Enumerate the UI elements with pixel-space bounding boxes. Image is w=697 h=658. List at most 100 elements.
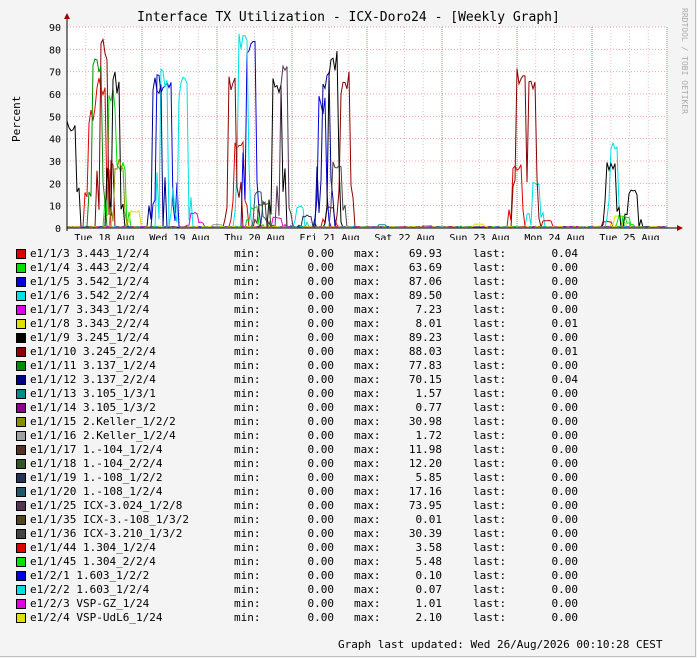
legend-max-value: 70.15 xyxy=(408,373,442,386)
x-tick-label: Sun 23 Aug xyxy=(449,233,509,240)
legend-min-label: min: xyxy=(234,583,261,596)
legend-last-label: last: xyxy=(473,289,507,302)
legend-last-value: 0.00 xyxy=(551,429,579,442)
legend-min-value: 0.00 xyxy=(307,471,335,484)
legend-min-value: 0.00 xyxy=(307,275,335,288)
legend-swatch xyxy=(16,613,26,623)
legend-series-name: e1/2/2 1.603_1/2/4 xyxy=(30,583,150,596)
legend-last-value: 0.00 xyxy=(551,485,579,498)
legend-last-value: 0.00 xyxy=(551,541,579,554)
legend-last-label: last: xyxy=(473,247,507,260)
legend-swatch xyxy=(16,529,26,539)
legend-max-label: max: xyxy=(354,527,381,540)
legend-min-label: min: xyxy=(234,415,261,428)
legend-max-value: 17.16 xyxy=(408,485,442,498)
legend-series-name: e1/1/7 3.343_1/2/4 xyxy=(30,303,150,316)
legend-max-value: 5.85 xyxy=(415,471,443,484)
legend-min-value: 0.00 xyxy=(307,345,335,358)
legend-series-name: e1/1/36 ICX-3.210_1/3/2 xyxy=(30,527,183,540)
legend-swatch xyxy=(16,571,26,581)
legend-min-value: 0.00 xyxy=(307,415,335,428)
legend-min-label: min: xyxy=(234,345,261,358)
legend-max-label: max: xyxy=(354,401,381,414)
legend-max-label: max: xyxy=(354,569,381,582)
legend-min-label: min: xyxy=(234,527,261,540)
y-tick-label: 60 xyxy=(49,90,61,101)
legend-swatch xyxy=(16,431,26,441)
legend-last-label: last: xyxy=(473,569,507,582)
legend-last-value: 0.04 xyxy=(551,373,579,386)
chart-plot: 0 10 20 30 40 50 60 70 80 90 Tue 18 Aug Wed 19 Aug T… xyxy=(49,13,683,240)
legend-max-value: 1.01 xyxy=(415,597,443,610)
legend-swatch xyxy=(16,361,26,371)
legend-swatch xyxy=(16,599,26,609)
legend-max-label: max: xyxy=(354,387,381,400)
legend-max-value: 89.23 xyxy=(408,331,442,344)
legend-min-label: min: xyxy=(234,247,261,260)
legend-series-name: e1/1/4 3.443_2/2/4 xyxy=(30,261,150,274)
legend-last-label: last: xyxy=(473,499,507,512)
legend-min-label: min: xyxy=(234,261,261,274)
x-tick-label: Wed 19 Aug xyxy=(149,233,209,240)
legend-last-value: 0.00 xyxy=(551,359,579,372)
y-axis-arrow xyxy=(64,13,70,19)
legend-min-label: min: xyxy=(234,359,261,372)
legend-swatch xyxy=(16,445,26,455)
legend-last-label: last: xyxy=(473,401,507,414)
legend-min-value: 0.00 xyxy=(307,555,335,568)
legend-series-name: e1/1/12 3.137_2/2/4 xyxy=(30,373,156,386)
legend-max-label: max: xyxy=(354,541,381,554)
legend-last-value: 0.04 xyxy=(551,247,579,260)
legend-max-value: 69.93 xyxy=(408,247,442,260)
legend-min-label: min: xyxy=(234,401,261,414)
legend-max-label: max: xyxy=(354,345,381,358)
legend-max-value: 12.20 xyxy=(408,457,442,470)
legend-swatch xyxy=(16,319,26,329)
legend-max-value: 89.50 xyxy=(408,289,442,302)
legend-min-value: 0.00 xyxy=(307,359,335,372)
legend-series-name: e1/1/17 1.-104_1/2/4 xyxy=(30,443,163,456)
x-axis-arrow xyxy=(677,225,683,231)
legend-last-label: last: xyxy=(473,331,507,344)
legend-min-label: min: xyxy=(234,513,261,526)
legend-max-label: max: xyxy=(354,415,381,428)
legend-min-value: 0.00 xyxy=(307,569,335,582)
legend-last-value: 0.00 xyxy=(551,499,579,512)
y-tick-label: 80 xyxy=(49,45,61,56)
legend-min-value: 0.00 xyxy=(307,499,335,512)
legend-min-label: min: xyxy=(234,597,261,610)
legend-last-value: 0.00 xyxy=(551,443,579,456)
legend-series-name: e1/2/1 1.603_1/2/2 xyxy=(30,569,150,582)
legend-min-label: min: xyxy=(234,485,261,498)
legend-max-value: 5.48 xyxy=(415,555,443,568)
legend-min-label: min: xyxy=(234,443,261,456)
legend-max-label: max: xyxy=(354,303,381,316)
legend-last-label: last: xyxy=(473,541,507,554)
legend-max-value: 0.10 xyxy=(415,569,443,582)
legend-last-value: 0.00 xyxy=(551,401,579,414)
legend-last-value: 0.00 xyxy=(551,569,579,582)
legend-swatch xyxy=(16,459,26,469)
legend-swatch xyxy=(16,515,26,525)
legend-series-name: e1/2/4 VSP-UdL6_1/24 xyxy=(30,611,163,624)
legend-last-label: last: xyxy=(473,597,507,610)
legend-last-label: last: xyxy=(473,373,507,386)
legend-max-label: max: xyxy=(354,359,381,372)
legend-swatch xyxy=(16,473,26,483)
legend-last-label: last: xyxy=(473,429,507,442)
legend-max-value: 77.83 xyxy=(408,359,442,372)
y-tick-label: 10 xyxy=(49,202,61,213)
legend-last-label: last: xyxy=(473,387,507,400)
legend-series-name: e1/1/20 1.-108_1/2/4 xyxy=(30,485,163,498)
legend-min-label: min: xyxy=(234,555,261,568)
x-tick-label: Fri 21 Aug xyxy=(299,233,359,240)
legend-last-value: 0.00 xyxy=(551,331,579,344)
legend-swatch xyxy=(16,277,26,287)
legend-last-label: last: xyxy=(473,359,507,372)
legend-last-label: last: xyxy=(473,583,507,596)
legend-max-label: max: xyxy=(354,429,381,442)
legend-min-value: 0.00 xyxy=(307,373,335,386)
legend-min-value: 0.00 xyxy=(307,303,335,316)
legend-max-value: 30.98 xyxy=(408,415,442,428)
legend-min-label: min: xyxy=(234,541,261,554)
